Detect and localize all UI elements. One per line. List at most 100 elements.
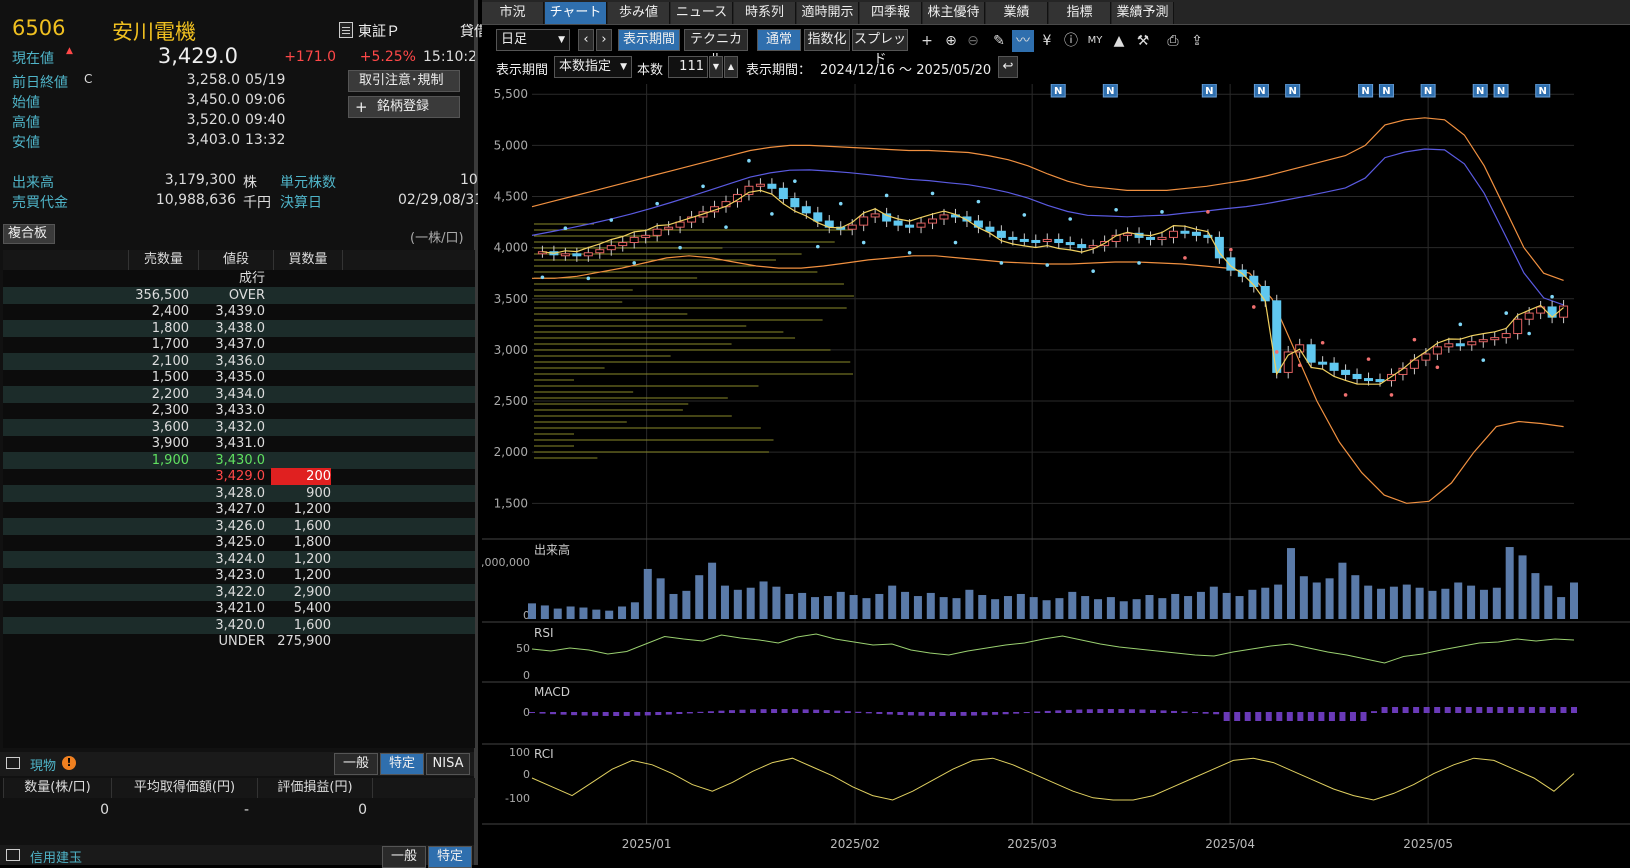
buy-qty: 2,900 — [293, 584, 331, 600]
tab-market[interactable]: 市況 — [482, 2, 544, 24]
order-book-row[interactable]: 3,421.0 5,400 — [3, 600, 475, 617]
order-book-row[interactable]: 2,200 3,434.0 — [3, 385, 475, 403]
yen-icon[interactable]: ¥ — [1036, 30, 1058, 52]
tab-benefits[interactable]: 株主優待 — [923, 2, 985, 24]
volume-bar — [1158, 598, 1167, 619]
macd-pane-label: MACD — [534, 685, 570, 699]
count-mode-value: 本数指定 — [559, 59, 612, 74]
open-label: 始値 — [12, 95, 40, 111]
mountain-icon[interactable]: ▲ — [1108, 30, 1130, 52]
order-book-row[interactable]: 成行 — [3, 270, 475, 287]
next-arrow-button[interactable]: › — [596, 29, 612, 51]
pencil-icon[interactable]: ✎ — [988, 30, 1010, 52]
technical-button[interactable]: テクニカル — [684, 29, 748, 67]
macd-histogram-bar — [529, 712, 535, 713]
tab-results[interactable]: 業績 — [986, 2, 1048, 24]
turnover-label: 売買代金 — [12, 195, 68, 211]
count-mode-select[interactable]: 本数指定 ▼ — [554, 56, 632, 78]
current-price-label: 現在値 — [12, 51, 54, 67]
trade-notice-button[interactable]: 取引注意･規制 — [348, 70, 460, 92]
order-book-row[interactable]: 356,500 OVER — [3, 286, 475, 304]
order-book-row[interactable]: 3,424.0 1,200 — [3, 550, 475, 568]
tab-nisa[interactable]: NISA — [426, 753, 470, 775]
register-stock-button[interactable]: + 銘柄登録 — [348, 96, 460, 118]
window-icon[interactable] — [6, 757, 20, 769]
volume-bar — [1351, 575, 1360, 619]
tab-timeseries[interactable]: 時系列 — [734, 2, 796, 24]
count-down-icon[interactable]: ▼ — [709, 56, 723, 78]
zoom-in-icon[interactable]: ⊕ — [940, 30, 962, 52]
order-book-row[interactable]: 2,100 3,436.0 — [3, 352, 475, 370]
volume-bar — [913, 596, 922, 619]
candle — [1455, 343, 1465, 347]
candle — [572, 253, 582, 257]
order-book-row[interactable]: 3,426.0 1,600 — [3, 517, 475, 535]
index-button[interactable]: 指数化 — [804, 29, 850, 51]
order-book-row[interactable]: UNDER 275,900 — [3, 633, 475, 650]
y-tick-label: 5,500 — [494, 87, 528, 101]
order-book-row[interactable]: 1,700 3,437.0 — [3, 336, 475, 353]
period-select[interactable]: 日足 ▼ — [496, 29, 570, 51]
export-icon[interactable]: ⇪ — [1186, 30, 1208, 52]
tab-news[interactable]: ニュース — [671, 2, 733, 24]
order-book-row[interactable]: 2,400 3,439.0 — [3, 303, 475, 320]
my-chart-icon[interactable]: MY — [1084, 30, 1106, 52]
candle — [1031, 239, 1041, 243]
volume-bar — [1518, 555, 1527, 619]
display-period-button[interactable]: 表示期間 — [618, 29, 680, 51]
order-book-row[interactable]: 3,427.0 1,200 — [3, 501, 475, 518]
order-book-row[interactable]: 1,800 3,438.0 — [3, 319, 475, 337]
order-book-row[interactable]: 1,900 3,430.0 — [3, 451, 475, 469]
zoom-out-icon[interactable]: ⊖ — [962, 30, 984, 52]
tab-forecast[interactable]: 業績予測 — [1112, 2, 1174, 24]
order-book-row[interactable]: 3,420.0 1,600 — [3, 616, 475, 634]
volume-bar — [618, 606, 627, 619]
order-book-row[interactable]: 3,600 3,432.0 — [3, 418, 475, 436]
volume-bar — [1364, 585, 1373, 619]
order-book-row[interactable]: 3,429.0 200 — [3, 468, 475, 485]
info-icon[interactable]: ⓘ — [1060, 30, 1082, 52]
tab-chart[interactable]: チャート — [545, 2, 607, 24]
y-tick-label: 2,000 — [494, 445, 528, 459]
prev-arrow-button[interactable]: ‹ — [578, 29, 594, 51]
candle — [1444, 343, 1454, 348]
wrench-icon[interactable]: ⚒ — [1132, 30, 1154, 52]
composite-board-button[interactable]: 複合板 — [3, 224, 55, 244]
tab-shikiho[interactable]: 四季報 — [860, 2, 922, 24]
order-book-row[interactable]: 3,425.0 1,800 — [3, 534, 475, 551]
tab-general[interactable]: 一般 — [334, 753, 378, 775]
price: 3,436.0 — [215, 353, 265, 369]
order-book-row[interactable]: 2,300 3,433.0 — [3, 402, 475, 419]
document-icon[interactable] — [339, 22, 353, 38]
order-book-row[interactable]: 3,428.0 900 — [3, 484, 475, 502]
tab-tick[interactable]: 歩み値 — [608, 2, 670, 24]
candle — [1490, 337, 1500, 341]
volume-bar — [772, 586, 781, 619]
order-book-row[interactable]: 3,422.0 2,900 — [3, 583, 475, 601]
tab-disclosure[interactable]: 適時開示 — [797, 2, 859, 24]
order-book-row[interactable]: 3,423.0 1,200 — [3, 567, 475, 584]
spread-button[interactable]: スプレッド — [852, 29, 908, 67]
price-chart[interactable]: 5,500 5,000 4,500 4,000 3,500 3,000 2,500 2,000… — [482, 84, 1630, 864]
window-icon-2[interactable] — [6, 849, 20, 861]
warning-icon[interactable]: ! — [62, 756, 76, 770]
y-tick-label: 1,500 — [494, 496, 528, 510]
normal-button[interactable]: 通常 — [757, 29, 801, 51]
price: 3,423.0 — [215, 568, 265, 583]
count-up-icon[interactable]: ▲ — [724, 56, 738, 78]
line-tool-icon[interactable]: 〰 — [1012, 30, 1034, 52]
sell-qty: 1,500 — [151, 370, 189, 385]
order-book-row[interactable]: 1,500 3,435.0 — [3, 369, 475, 386]
board-unit-label: (一株/口) — [410, 231, 464, 246]
reset-range-icon[interactable]: ↩ — [998, 56, 1018, 78]
volume-bar — [1209, 586, 1218, 619]
count-input[interactable]: 111 — [668, 56, 708, 78]
tab-indicators[interactable]: 指標 — [1049, 2, 1111, 24]
tab-specific[interactable]: 特定 — [380, 753, 424, 775]
sell-qty: 3,600 — [151, 419, 189, 435]
order-book-row[interactable]: 3,900 3,431.0 — [3, 435, 475, 452]
print-icon[interactable]: ⎙ — [1162, 30, 1184, 52]
volume-bar — [1261, 587, 1270, 619]
sell-qty: 356,500 — [135, 287, 189, 303]
crosshair-icon[interactable]: + — [916, 30, 938, 52]
